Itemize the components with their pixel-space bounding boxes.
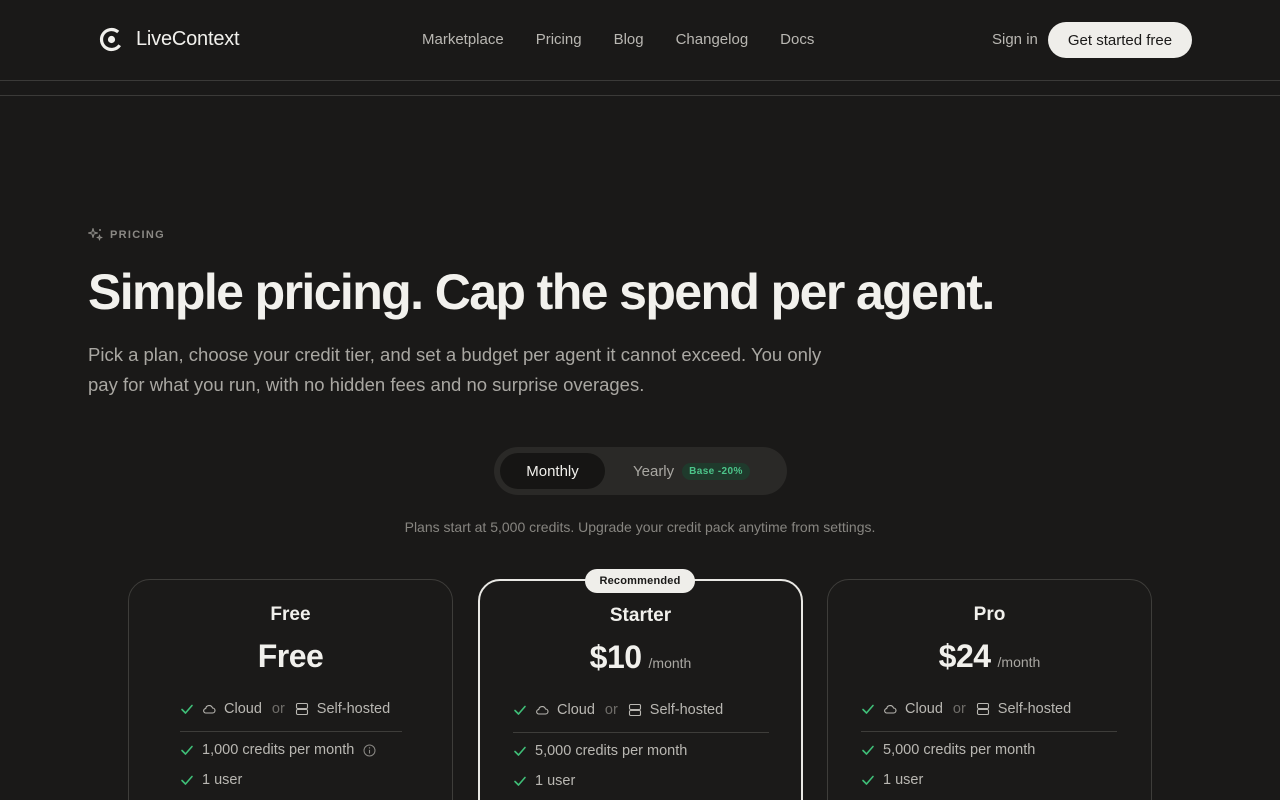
page-subtitle: Pick a plan, choose your credit tier, an… [88,344,822,395]
plan-card-free: Free Free Cloud or Self-hosted 1,000 cre… [128,579,453,800]
hosting-self: Self-hosted [997,701,1072,717]
feature-hosting: Cloud or Self-hosted [513,702,723,718]
plan-card-pro: Pro $24 /month Cloud or Self-hosted 5,00… [827,579,1152,800]
server-icon [295,702,308,716]
feature-hosting: Cloud or Self-hosted [180,701,390,717]
main-nav: Marketplace Pricing Blog Changelog Docs [422,30,846,50]
info-icon[interactable] [363,744,376,757]
feature-users: 1 user [861,772,923,788]
get-started-button[interactable]: Get started free [1048,22,1192,58]
brand-logo[interactable]: LiveContext [99,27,240,52]
users-label: 1 user [883,772,924,788]
users-label: 1 user [202,772,243,788]
check-icon [862,775,874,785]
hosting-self: Self-hosted [649,702,724,718]
cloud-icon [536,706,549,715]
brand-name: LiveContext [136,28,240,50]
credits-label: 5,000 credits per month [883,742,1036,758]
price-period: /month [997,654,1041,670]
hosting-or: or [952,701,966,717]
hosting-or: or [271,701,285,717]
toggle-monthly[interactable]: Monthly [500,453,605,489]
feature-credits: 5,000 credits per month [513,743,687,759]
feature-credits: 5,000 credits per month [861,742,1035,758]
sign-in-link[interactable]: Sign in [992,30,1038,50]
divider [0,95,1280,96]
nav-blog[interactable]: Blog [614,30,644,50]
toggle-yearly-label: Yearly [633,462,675,480]
users-label: 1 user [535,773,576,789]
price-amount: $10 [589,639,642,675]
feature-users: 1 user [180,772,242,788]
cloud-icon [884,705,897,714]
hosting-cloud: Cloud [905,701,943,717]
site-header: LiveContext Marketplace Pricing Blog Cha… [0,0,1280,81]
card-divider [180,731,402,732]
check-icon [181,704,193,714]
nav-marketplace[interactable]: Marketplace [422,30,504,50]
check-icon [862,704,874,714]
recommended-badge: Recommended [585,569,695,593]
server-icon [628,703,641,717]
nav-docs[interactable]: Docs [780,30,814,50]
plans-note: Plans start at 5,000 credits. Upgrade yo… [404,519,876,535]
hosting-or: or [604,702,618,718]
price-amount: Free [257,638,324,674]
credits-label: 5,000 credits per month [535,743,688,759]
check-icon [514,776,526,786]
price-period: /month [648,655,692,671]
plan-card-starter: Starter $10 /month Cloud or Self-hosted … [478,579,803,800]
feature-credits: 1,000 credits per month [180,742,376,758]
section-eyebrow: PRICING [88,227,165,242]
plan-name: Free [270,604,311,625]
plan-name: Starter [609,605,672,626]
card-divider [861,731,1117,732]
credits-label: 1,000 credits per month [202,742,355,758]
nav-changelog[interactable]: Changelog [676,30,749,50]
eyebrow-label: PRICING [110,228,165,241]
billing-toggle: Monthly Yearly Base -20% [494,447,787,495]
feature-hosting: Cloud or Self-hosted [861,701,1071,717]
check-icon [181,775,193,785]
yearly-discount-badge: Base -20% [682,462,750,480]
hosting-cloud: Cloud [224,701,262,717]
livecontext-logo-icon [99,27,124,52]
plan-price: $10 /month [480,639,801,676]
cloud-icon [203,705,216,714]
nav-pricing[interactable]: Pricing [536,30,582,50]
check-icon [514,705,526,715]
plan-price: Free [129,638,452,675]
feature-users: 1 user [513,773,575,789]
sparkle-icon [88,227,103,241]
plan-price: $24 /month [828,638,1151,675]
hosting-self: Self-hosted [316,701,391,717]
hosting-cloud: Cloud [557,702,595,718]
plan-name: Pro [973,604,1006,625]
card-divider [513,732,769,733]
page-title: Simple pricing. Cap the spend per agent. [88,264,995,320]
check-icon [862,745,874,755]
check-icon [514,746,526,756]
check-icon [181,745,193,755]
server-icon [976,702,989,716]
toggle-yearly[interactable]: Yearly Base -20% [633,453,750,489]
price-amount: $24 [938,638,991,674]
